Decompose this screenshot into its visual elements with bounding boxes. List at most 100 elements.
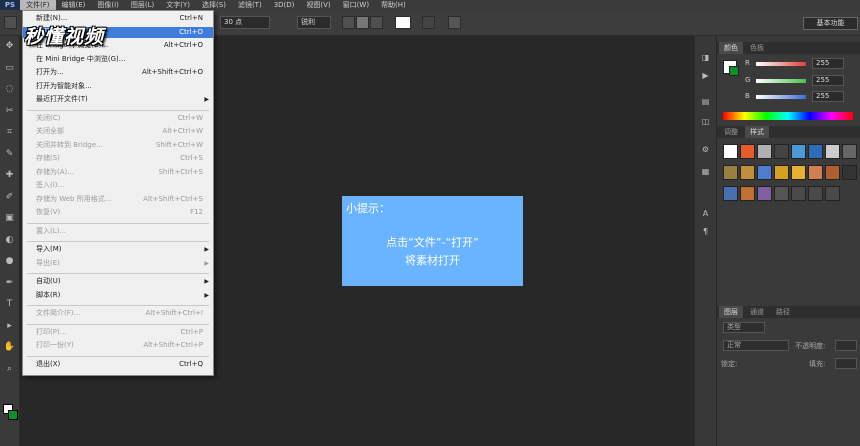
style-swatch[interactable]: [774, 165, 789, 180]
style-swatch[interactable]: [825, 186, 840, 201]
opacity-input[interactable]: [835, 340, 857, 351]
channel-value-input[interactable]: 255: [812, 91, 844, 102]
style-swatch[interactable]: [757, 165, 772, 180]
crop-tool-icon[interactable]: ✂: [2, 105, 17, 117]
style-swatch[interactable]: [774, 144, 789, 159]
style-swatch[interactable]: [808, 144, 823, 159]
file-menu-item[interactable]: 在 Mini Bridge 中浏览(G)...: [23, 54, 213, 65]
text-color-swatch[interactable]: [395, 16, 411, 29]
tab-adjustments[interactable]: 调整: [719, 126, 743, 138]
channel-value-input[interactable]: 255: [812, 74, 844, 86]
file-menu-item[interactable]: 关闭(C) Ctrl+W: [23, 113, 213, 124]
file-menu-item[interactable]: 文件简介(F)... Alt+Shift+Ctrl+I: [23, 308, 213, 319]
tab-color[interactable]: 颜色: [719, 42, 743, 54]
style-swatch[interactable]: [740, 165, 755, 180]
file-menu-item[interactable]: 关闭并转到 Bridge... Shift+Ctrl+W: [23, 140, 213, 151]
lasso-tool-icon[interactable]: ◌: [2, 83, 17, 95]
color-spectrum-bar[interactable]: [723, 112, 853, 120]
history-icon[interactable]: ◨: [699, 52, 712, 63]
file-menu-item[interactable]: 最近打开文件(T) ▶: [23, 94, 213, 105]
file-menu-item[interactable]: 打开为智能对象...: [23, 81, 213, 92]
marquee-tool-icon[interactable]: ▭: [2, 62, 17, 74]
swatches-icon[interactable]: ▤: [699, 96, 712, 107]
menu-6[interactable]: 滤镜(T): [232, 0, 268, 10]
pen-tool-icon[interactable]: ✒: [2, 277, 17, 289]
menu-8[interactable]: 视图(V): [300, 0, 336, 10]
file-menu-item[interactable]: 关闭全部 Alt+Ctrl+W: [23, 126, 213, 137]
file-menu-item[interactable]: 恢复(V) F12: [23, 207, 213, 218]
style-swatch[interactable]: [842, 165, 857, 180]
menu-10[interactable]: 帮助(H): [375, 0, 412, 10]
channel-slider[interactable]: [756, 95, 806, 99]
layer-kind-filter[interactable]: 类型: [723, 322, 765, 333]
blend-mode-select[interactable]: 正常: [723, 340, 789, 351]
tab-paths[interactable]: 路径: [771, 306, 795, 318]
tab-swatches[interactable]: 色板: [745, 42, 769, 54]
file-menu-item[interactable]: 存储为 Web 所用格式... Alt+Shift+Ctrl+S: [23, 194, 213, 205]
menu-0[interactable]: 文件(F): [20, 0, 56, 10]
tab-channels[interactable]: 通道: [745, 306, 769, 318]
path-select-tool-icon[interactable]: ▸: [2, 320, 17, 332]
file-menu-item[interactable]: 导出(E) ▶: [23, 258, 213, 269]
tab-styles[interactable]: 样式: [745, 126, 769, 138]
tab-layers[interactable]: 图层: [719, 306, 743, 318]
style-swatch[interactable]: [808, 165, 823, 180]
style-swatch[interactable]: [723, 186, 738, 201]
paragraph-icon[interactable]: ¶: [699, 226, 712, 237]
text-tool-icon[interactable]: [4, 16, 17, 29]
character-panel-icon[interactable]: [448, 16, 461, 29]
move-tool-icon[interactable]: ✥: [2, 40, 17, 52]
menu-4[interactable]: 文字(Y): [160, 0, 196, 10]
menu-1[interactable]: 编辑(E): [56, 0, 92, 10]
style-swatch[interactable]: [825, 144, 840, 159]
fill-input[interactable]: [835, 358, 857, 369]
style-swatch[interactable]: [757, 186, 772, 201]
brush-tool-icon[interactable]: ✎: [2, 148, 17, 160]
align-left-icon[interactable]: [342, 16, 355, 29]
tool-background-color[interactable]: [8, 410, 18, 420]
file-menu-item[interactable]: 退出(X) Ctrl+Q: [23, 359, 213, 370]
healing-tool-icon[interactable]: ✚: [2, 169, 17, 181]
type-tool-icon[interactable]: T: [2, 298, 17, 310]
channel-slider[interactable]: [756, 62, 806, 66]
file-menu-item[interactable]: 自动(U) ▶: [23, 276, 213, 287]
actions-icon[interactable]: ▶: [699, 70, 712, 81]
style-swatch[interactable]: [740, 186, 755, 201]
style-swatch[interactable]: [723, 165, 738, 180]
layers-comp-icon[interactable]: ▦: [699, 166, 712, 177]
menu-9[interactable]: 窗口(W): [337, 0, 375, 10]
slice-tool-icon[interactable]: ⌗: [2, 126, 17, 138]
pencil-tool-icon[interactable]: ✐: [2, 191, 17, 203]
style-swatch[interactable]: [791, 186, 806, 201]
background-color-swatch[interactable]: [729, 66, 739, 76]
font-size-select[interactable]: 30 点: [220, 16, 270, 29]
style-swatch[interactable]: [791, 165, 806, 180]
blur-tool-icon[interactable]: ●: [2, 255, 17, 267]
zoom-tool-icon[interactable]: ⌕: [2, 363, 17, 375]
file-menu-item[interactable]: 脚本(R) ▶: [23, 290, 213, 301]
warp-text-icon[interactable]: [422, 16, 435, 29]
channel-slider[interactable]: [756, 78, 806, 83]
align-right-icon[interactable]: [370, 16, 383, 29]
menu-7[interactable]: 3D(D): [268, 0, 301, 10]
channel-value-input[interactable]: 255: [812, 58, 844, 69]
workspace-switcher[interactable]: 基本功能: [803, 17, 858, 30]
style-swatch[interactable]: [825, 165, 840, 180]
hand-tool-icon[interactable]: ✋: [2, 341, 17, 353]
style-swatch[interactable]: [791, 144, 806, 159]
file-menu-item[interactable]: 导入(M) ▶: [23, 244, 213, 255]
style-swatch[interactable]: [757, 144, 772, 159]
menu-5[interactable]: 选择(S): [196, 0, 232, 10]
file-menu-item[interactable]: 置入(L)...: [23, 226, 213, 237]
file-menu-item[interactable]: 打印一份(Y) Alt+Shift+Ctrl+P: [23, 340, 213, 351]
style-swatch[interactable]: [842, 144, 857, 159]
anti-alias-select[interactable]: 锐利: [297, 16, 331, 29]
align-center-icon[interactable]: [356, 16, 369, 29]
character-icon[interactable]: A: [699, 208, 712, 219]
style-swatch[interactable]: [740, 144, 755, 159]
file-menu-item[interactable]: 打印(P)... Ctrl+P: [23, 327, 213, 338]
file-menu-item[interactable]: 存储为(A)... Shift+Ctrl+S: [23, 167, 213, 178]
style-swatch[interactable]: [808, 186, 823, 201]
adjust-icon[interactable]: ⚙: [699, 144, 712, 155]
style-swatch[interactable]: [723, 144, 738, 159]
